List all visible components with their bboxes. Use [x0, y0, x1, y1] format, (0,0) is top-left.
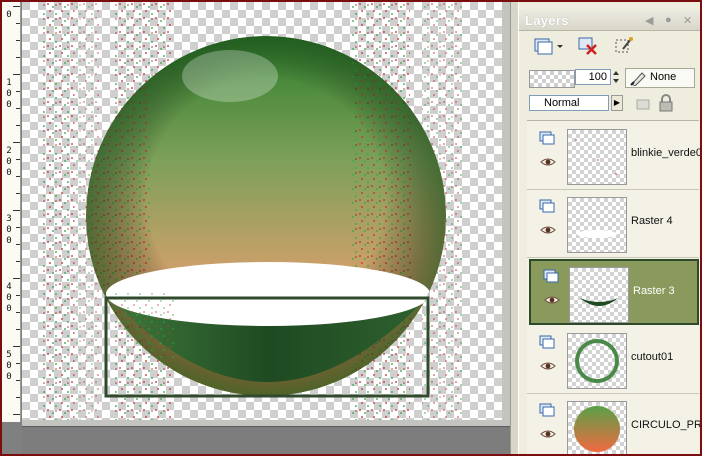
workspace-bottom: [22, 426, 518, 454]
opacity-swatch[interactable]: [529, 70, 575, 88]
layer-type-icon: [539, 403, 555, 417]
layer-row[interactable]: Raster 4: [527, 191, 699, 258]
blend-mode-select[interactable]: Normal: [529, 95, 609, 111]
ruler-tick: [16, 244, 20, 245]
image-canvas[interactable]: [22, 2, 510, 426]
palette-title: Layers: [525, 13, 569, 28]
blend-mode-row: Normal ▶: [527, 94, 697, 114]
ruler-tick: [16, 159, 20, 160]
layer-thumbnail: [567, 129, 627, 185]
new-layer-button[interactable]: [533, 35, 563, 57]
layer-row[interactable]: Raster 3: [529, 259, 699, 325]
ruler-tick: [16, 397, 20, 398]
ruler-label: 0: [6, 304, 12, 314]
layer-thumbnail: [569, 267, 629, 323]
palette-titlebar[interactable]: Layers ◀ ● ✕: [519, 10, 700, 31]
layer-thumbnail: [567, 197, 627, 253]
opacity-row: 100 None: [527, 66, 697, 90]
layer-type-icon: [539, 335, 555, 349]
layer-type-icon: [539, 131, 555, 145]
ruler-tick: [16, 227, 20, 228]
ruler-tick: [16, 91, 20, 92]
ruler-tick: [13, 210, 20, 211]
ruler-tick: [16, 23, 20, 24]
ruler-tick: [16, 40, 20, 41]
layers-list: blinkie_verde0 Raster 4 Raster 3 cutout01 CI…: [527, 120, 700, 454]
ruler-tick: [16, 380, 20, 381]
ruler-label: 1: [6, 78, 12, 88]
ruler-tick: [13, 346, 20, 347]
ruler-tick: [16, 295, 20, 296]
layer-thumbnail: [567, 333, 627, 389]
vertical-ruler: 0100200300400500: [2, 2, 21, 422]
canvas-artwork: [22, 2, 510, 426]
ruler-tick: [16, 329, 20, 330]
edit-selection-button[interactable]: [613, 35, 635, 57]
ruler-tick: [13, 414, 20, 415]
ruler-label: 0: [6, 361, 12, 371]
ruler-tick: [16, 312, 20, 313]
ruler-tick: [13, 142, 20, 143]
ruler-label: 0: [6, 293, 12, 303]
blend-mode-arrow-icon[interactable]: ▶: [611, 95, 623, 111]
ruler-label: 0: [6, 157, 12, 167]
ruler-tick: [13, 278, 20, 279]
ruler-label: 2: [6, 146, 12, 156]
layer-type-icon: [543, 269, 559, 283]
auto-hide-icon[interactable]: ◀: [645, 14, 653, 27]
delete-layer-button[interactable]: [577, 35, 599, 57]
layer-row[interactable]: blinkie_verde0: [527, 123, 700, 190]
layer-name: cutout01: [631, 351, 674, 363]
ruler-label: 0: [6, 225, 12, 235]
visibility-eye-icon[interactable]: [540, 157, 556, 167]
visibility-eye-icon[interactable]: [540, 429, 556, 439]
ruler-label: 5: [6, 350, 12, 360]
layer-name: CIRCULO_PR: [631, 419, 700, 431]
visibility-eye-icon[interactable]: [540, 361, 556, 371]
ruler-label: 4: [6, 282, 12, 292]
layers-toolbar: [519, 32, 700, 60]
ruler-label: 0: [6, 10, 12, 20]
layer-name: blinkie_verde0: [631, 147, 700, 159]
layer-row[interactable]: CIRCULO_PR: [527, 395, 700, 454]
ruler-tick: [16, 363, 20, 364]
edit-selection-icon: [615, 37, 633, 53]
close-icon[interactable]: ✕: [683, 14, 692, 27]
ruler-label: 0: [6, 100, 12, 110]
opacity-spinner-icon[interactable]: [613, 69, 619, 85]
ruler-label: 0: [6, 372, 12, 382]
layer-name: Raster 3: [633, 285, 675, 297]
ruler-tick: [13, 74, 20, 75]
opacity-input[interactable]: 100: [575, 69, 611, 85]
blend-chip-label: None: [650, 71, 677, 83]
ruler-label: 3: [6, 214, 12, 224]
ruler-tick: [16, 261, 20, 262]
delete-layer-icon: [578, 37, 597, 55]
ruler-label: 0: [6, 89, 12, 99]
ruler-tick: [16, 193, 20, 194]
lock-icon[interactable]: [657, 94, 675, 112]
blend-ranges-button[interactable]: None: [625, 68, 695, 88]
pin-icon[interactable]: ●: [665, 14, 672, 26]
ruler-tick: [16, 57, 20, 58]
ruler-tick: [16, 108, 20, 109]
ruler-tick: [16, 176, 20, 177]
ruler-label: 0: [6, 168, 12, 178]
layers-palette: Layers ◀ ● ✕ 100 None Normal ▶ blinkie_v…: [518, 2, 700, 454]
layer-thumbnail: [567, 401, 627, 454]
layer-row[interactable]: cutout01: [527, 327, 699, 394]
brush-icon: [630, 72, 646, 86]
layer-type-icon: [539, 199, 555, 213]
ruler-tick: [16, 125, 20, 126]
ruler-tick: [13, 6, 20, 7]
new-layer-icon: [534, 38, 563, 55]
app-window: 0100200300400500 Layers ◀ ● ✕ 100 None N…: [2, 2, 700, 454]
visibility-eye-icon[interactable]: [540, 225, 556, 235]
layer-name: Raster 4: [631, 215, 673, 227]
link-icon[interactable]: [635, 96, 653, 112]
visibility-eye-icon[interactable]: [544, 295, 560, 305]
ruler-label: 0: [6, 236, 12, 246]
